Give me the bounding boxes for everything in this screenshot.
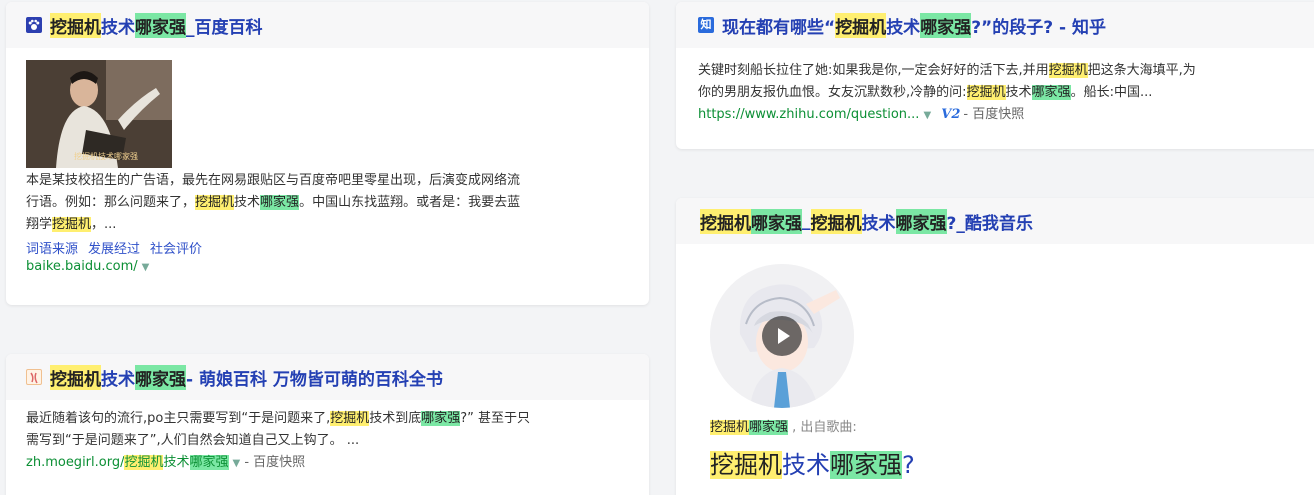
title-hl: 哪家强: [920, 12, 972, 38]
title-hl: 哪家强: [895, 208, 947, 234]
snippet-text: 。中国山东找蓝翔。或者是：我要去蓝: [299, 195, 521, 210]
result-title-kuwo[interactable]: 挖掘机 哪家强 _ 挖掘机 技术 哪家强 ?_酷我音乐: [676, 198, 1314, 244]
url-text: zh.moegirl.org/: [26, 455, 125, 470]
result-title-moegirl[interactable]: 挖掘机 技术 哪家强 - 萌娘百科 万物皆可萌的百科全书: [6, 354, 649, 400]
chevron-down-icon[interactable]: ▼: [923, 110, 931, 121]
album-art[interactable]: [710, 264, 854, 408]
song-title-text: 技术: [782, 451, 830, 479]
title-hl: 挖掘机: [700, 208, 751, 234]
title-hl: 哪家强: [135, 364, 186, 390]
url-hl: 哪家强: [189, 455, 229, 470]
snippet-line: 翔学挖掘机，...: [26, 214, 626, 236]
result-card-kuwo: 挖掘机 哪家强 _ 挖掘机 技术 哪家强 ?_酷我音乐 挖掘机哪家强 , 出自歌曲: 挖掘机…: [676, 198, 1314, 495]
snippet-hl: 挖掘机: [195, 195, 235, 210]
play-button[interactable]: [762, 316, 802, 356]
song-from-text: , 出自歌曲:: [788, 420, 857, 435]
song-title[interactable]: 挖掘机技术哪家强?: [676, 435, 1314, 480]
title-hl: 挖掘机: [810, 208, 862, 234]
title-text: 技术: [101, 369, 135, 390]
title-hl: 哪家强: [135, 12, 186, 38]
result-url[interactable]: https://www.zhihu.com/question... ▼ V2- 百…: [698, 104, 1314, 127]
snippet-line: 最近随着该句的流行,po主只需要写到“于是问题来了,挖掘机技术到底哪家强?” 甚…: [26, 408, 649, 430]
snippet-line: 行语。例如：那么问题来了，挖掘机技术哪家强。中国山东找蓝翔。或者是：我要去蓝: [26, 192, 626, 214]
snippet-line: 关键时刻船长拉住了她:如果我是你,一定会好好的活下去,并用挖掘机把这条大海填平,…: [698, 60, 1314, 82]
title-text: 技术: [101, 17, 135, 38]
title-hl: 挖掘机: [50, 12, 101, 38]
snippet-text: 把这条大海填平,为: [1087, 63, 1196, 78]
snippet-text: 。船长:中国...: [1070, 85, 1153, 100]
song-info: 挖掘机哪家强 , 出自歌曲:: [676, 408, 1314, 435]
sub-link-history[interactable]: 发展经过: [88, 242, 140, 257]
title-text: 技术: [886, 17, 921, 38]
snippet-text: 最近随着该句的流行,po主只需要写到“于是问题来了,: [26, 411, 331, 426]
zhihu-icon: 知: [698, 17, 714, 33]
snippet-hl: 哪家强: [1031, 85, 1071, 100]
result-card-zhihu: 知 现在都有哪些“ 挖掘机 技术 哪家强 ?”的段子? - 知乎 关键时刻船长拉住了她:…: [676, 2, 1314, 149]
sub-link-evaluation[interactable]: 社会评价: [150, 242, 202, 257]
title-text: ?_酷我音乐: [946, 213, 1033, 234]
snippet-line: 本是某技校招生的广告语，最先在网易跟贴区与百度帝吧里零星出现，后演变成网络流: [26, 173, 521, 188]
song-hl: 挖掘机: [710, 420, 750, 435]
v2-badge-icon: V2: [941, 107, 961, 122]
result-card-baike: 挖掘机 技术 哪家强 _百度百科 挖掘机技术哪家强 本是某技校招生的广告语，最先在网易…: [6, 2, 649, 305]
snippet-hl: 挖掘机: [330, 411, 370, 426]
snippet-hl: 挖掘机: [52, 217, 92, 232]
song-title-hl: 哪家强: [830, 451, 902, 479]
snapshot-link[interactable]: - 百度快照: [963, 107, 1024, 122]
title-text: 现在都有哪些“: [722, 17, 836, 38]
snippet-hl: 挖掘机: [966, 85, 1006, 100]
result-url[interactable]: zh.moegirl.org/挖掘机技术哪家强 ▼ - 百度快照: [26, 452, 649, 475]
title-text: _百度百科: [186, 17, 263, 38]
snippet-text: 你的男朋友报仇血恨。女友沉默数秒,冷静的问:: [698, 85, 967, 100]
title-text: - 萌娘百科 万物皆可萌的百科全书: [186, 369, 443, 390]
snippet-hl: 挖掘机: [1048, 63, 1088, 78]
title-hl: 挖掘机: [835, 12, 887, 38]
result-title-baike[interactable]: 挖掘机 技术 哪家强 _百度百科: [6, 2, 649, 48]
snippet-text: ，...: [91, 217, 117, 232]
title-hl: 哪家强: [751, 208, 802, 234]
snippet-text: 行语。例如：那么问题来了，: [26, 195, 196, 210]
chevron-down-icon[interactable]: ▼: [233, 458, 241, 469]
song-title-text: ?: [902, 451, 915, 479]
title-text: 技术: [861, 213, 896, 234]
title-text: _: [802, 211, 811, 231]
snippet-hl: 哪家强: [421, 411, 461, 426]
snippet-text: 技术: [234, 195, 261, 210]
title-text: ?”的段子? - 知乎: [971, 17, 1106, 38]
snippet-line: 需写到“于是问题来了”,人们自然会知道自己又上钩了。 ...: [26, 433, 360, 448]
snapshot-link[interactable]: - 百度快照: [244, 455, 305, 470]
result-url[interactable]: baike.baidu.com/ ▼: [26, 259, 649, 274]
baike-thumbnail[interactable]: 挖掘机技术哪家强: [26, 60, 172, 168]
snippet-line: 你的男朋友报仇血恨。女友沉默数秒,冷静的问:挖掘机技术哪家强。船长:中国...: [698, 82, 1314, 104]
song-hl: 哪家强: [749, 420, 789, 435]
url-text: baike.baidu.com/: [26, 259, 138, 274]
song-title-hl: 挖掘机: [710, 451, 782, 479]
snippet-text: 技术: [1005, 85, 1032, 100]
result-title-zhihu[interactable]: 知 现在都有哪些“ 挖掘机 技术 哪家强 ?”的段子? - 知乎: [676, 2, 1314, 48]
sub-links: 词语来源 发展经过 社会评价: [26, 238, 649, 257]
result-card-moegirl: 挖掘机 技术 哪家强 - 萌娘百科 万物皆可萌的百科全书 最近随着该句的流行,po主…: [6, 354, 649, 495]
title-hl: 挖掘机: [50, 364, 101, 390]
snippet-text: 关键时刻船长拉住了她:如果我是你,一定会好好的活下去,并用: [698, 63, 1049, 78]
url-text: 技术: [163, 455, 190, 470]
baike-paw-icon: [26, 17, 42, 33]
chevron-down-icon[interactable]: ▼: [142, 262, 150, 273]
snippet-text: 技术到底: [369, 411, 422, 426]
sub-link-origin[interactable]: 词语来源: [26, 242, 78, 257]
thumbnail-caption: 挖掘机技术哪家强: [74, 152, 138, 161]
snippet-hl: 哪家强: [260, 195, 300, 210]
snippet-text: 翔学: [26, 217, 53, 232]
url-text: https://www.zhihu.com/question...: [698, 107, 920, 122]
play-icon: [778, 328, 790, 344]
moegirl-icon: [26, 369, 42, 385]
snippet-text: ?” 甚至于只: [460, 411, 531, 426]
url-hl: 挖掘机: [124, 455, 164, 470]
